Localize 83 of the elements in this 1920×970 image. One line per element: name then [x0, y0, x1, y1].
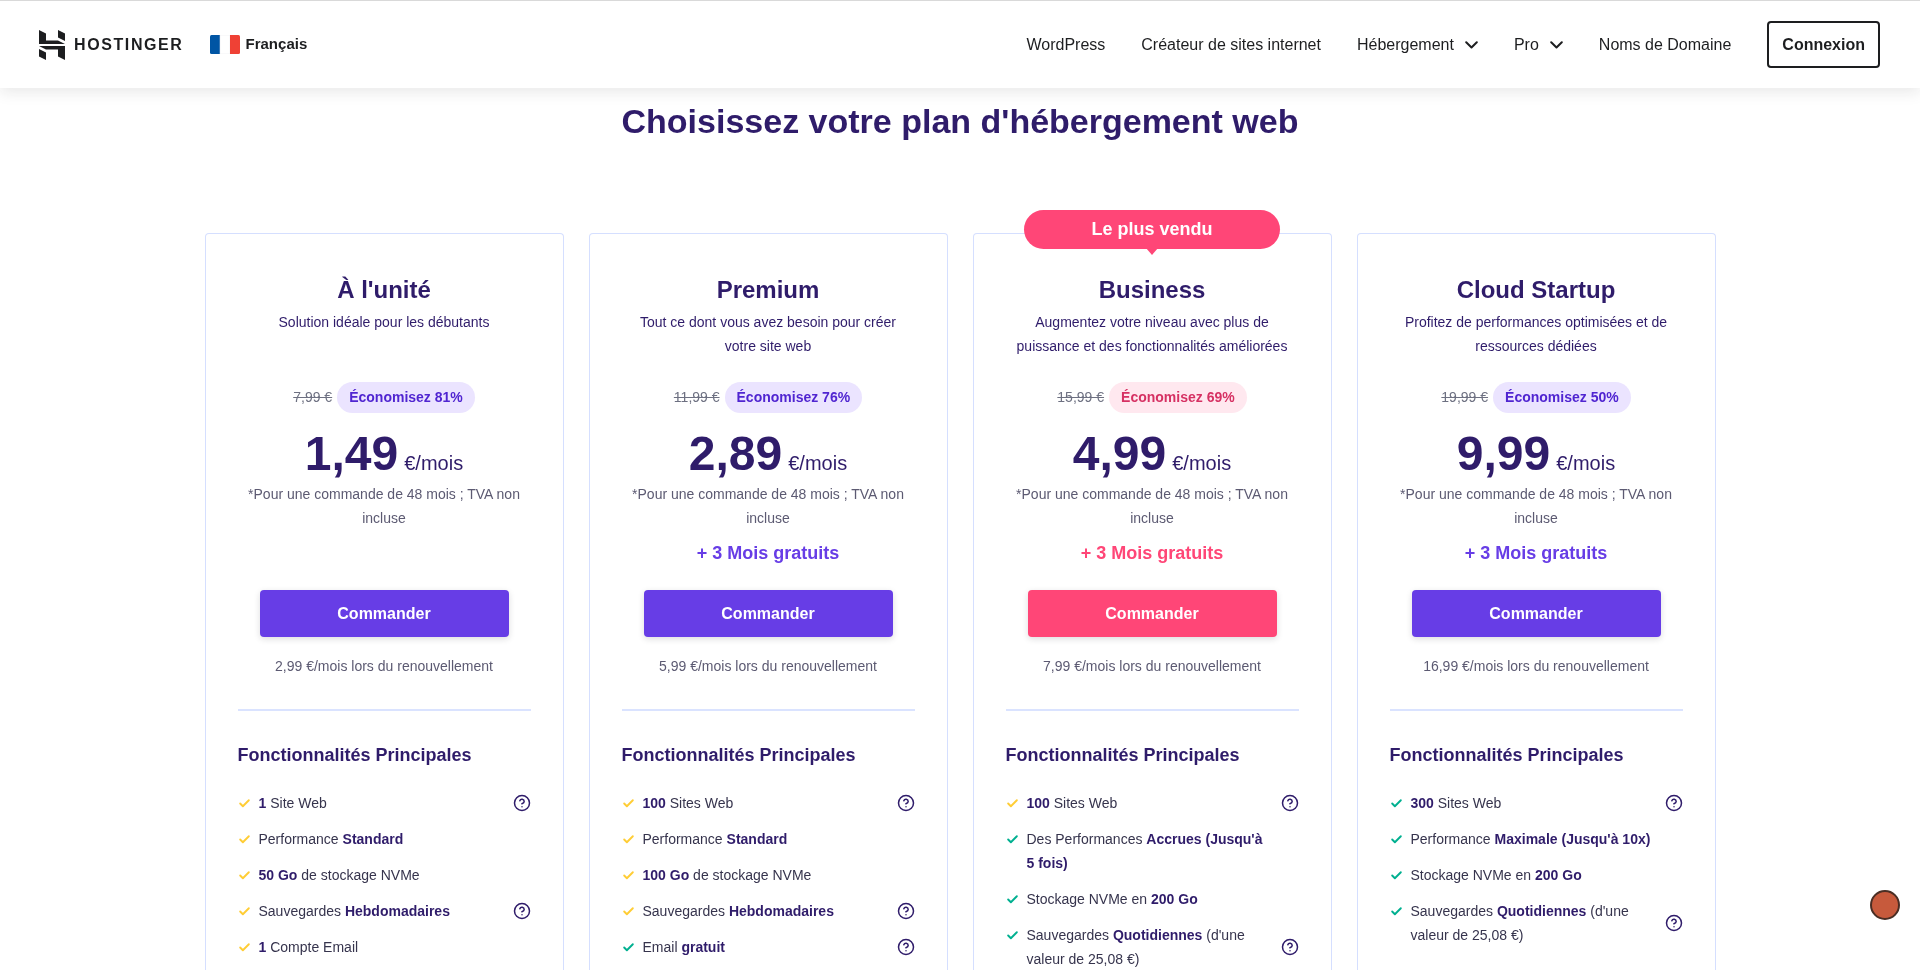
plan-description: Augmentez votre niveau avec plus de puissance et des fonctionnalités améliorées — [1015, 313, 1289, 356]
help-icon[interactable] — [512, 902, 531, 920]
original-price: 19,99 € — [1441, 388, 1489, 407]
order-button[interactable]: Commander — [643, 590, 893, 637]
feature-text: Performance Standard — [642, 830, 789, 849]
plan-title: Premium — [716, 275, 820, 305]
chevron-down-icon — [1464, 40, 1478, 49]
help-icon[interactable] — [512, 794, 531, 812]
nav-link[interactable]: Noms de Domaine — [1598, 32, 1732, 57]
logo-text[interactable]: HOSTINGER — [74, 32, 184, 57]
original-price: 7,99 € — [293, 388, 333, 407]
help-icon[interactable] — [1664, 914, 1683, 932]
price: 4,99 — [1072, 426, 1167, 482]
plan-description: Tout ce dont vous avez besoin pour créer votre site web — [638, 313, 897, 356]
discount-badge: Économisez 69% — [1109, 382, 1247, 413]
feature-text: 1 Site Web — [258, 794, 328, 813]
renewal-price: 2,99 €/mois lors du renouvellement — [275, 657, 493, 676]
plan-title: Business — [1098, 275, 1206, 305]
plan-description: Profitez de performances optimisées et de ressources dédiées — [1403, 313, 1669, 356]
free-months-text: + 3 Mois gratuits — [696, 542, 840, 565]
free-months-text: + 3 Mois gratuits — [1464, 542, 1608, 565]
price-footnote: *Pour une commande de 48 mois ; TVA non incluse — [1015, 485, 1289, 528]
feature-text: 1 Compte Email — [258, 938, 360, 957]
feature-text: Des Performances Accrues (Jusqu'à 5 fois) — [1026, 830, 1264, 873]
features-heading: Fonctionnalités Principales — [1005, 744, 1241, 767]
plan-title: Cloud Startup — [1456, 275, 1616, 305]
feature-text: Stockage NVMe en 200 Go — [1026, 890, 1199, 909]
renewal-price: 16,99 €/mois lors du renouvellement — [1423, 657, 1649, 676]
original-price: 11,99 € — [673, 388, 720, 407]
price-footnote: *Pour une commande de 48 mois ; TVA non incluse — [1399, 485, 1673, 528]
discount-badge: Économisez 81% — [337, 382, 475, 413]
logo-icon — [39, 29, 65, 60]
price: 2,89 — [688, 426, 783, 482]
feature-text: Performance Maximale (Jusqu'à 10x) — [1410, 830, 1652, 849]
price-unit: €/mois — [404, 451, 464, 476]
order-button[interactable]: Commander — [259, 590, 509, 637]
price-unit: €/mois — [1556, 451, 1616, 476]
order-button[interactable]: Commander — [1411, 590, 1661, 637]
help-icon[interactable] — [896, 902, 915, 920]
renewal-price: 5,99 €/mois lors du renouvellement — [659, 657, 877, 676]
original-price: 15,99 € — [1057, 388, 1105, 407]
price-unit: €/mois — [1172, 451, 1232, 476]
nav-link[interactable]: WordPress — [1026, 32, 1106, 57]
avatar-icon[interactable] — [1870, 890, 1900, 920]
feature-text: 100 Sites Web — [1026, 794, 1119, 813]
features-heading: Fonctionnalités Principales — [237, 744, 473, 767]
features-heading: Fonctionnalités Principales — [1389, 744, 1625, 767]
login-button[interactable]: Connexion — [1767, 21, 1880, 68]
price: 1,49 — [304, 426, 399, 482]
help-icon[interactable] — [896, 794, 915, 812]
page-title: Choisissez votre plan d'hébergement web — [620, 101, 1300, 141]
nav-link[interactable]: Créateur de sites internet — [1141, 32, 1321, 57]
chevron-down-icon — [1549, 40, 1563, 49]
price-unit: €/mois — [788, 451, 848, 476]
plan-description: Solution idéale pour les débutants — [278, 313, 490, 332]
flag-icon — [209, 35, 240, 54]
price: 9,99 — [1456, 426, 1551, 482]
price-footnote: *Pour une commande de 48 mois ; TVA non incluse — [247, 485, 521, 528]
feature-text: 300 Sites Web — [1410, 794, 1503, 813]
feature-text: Email gratuit — [642, 938, 726, 957]
feature-text: Sauvegardes Hebdomadaires — [642, 902, 835, 921]
discount-badge: Économisez 50% — [1493, 382, 1631, 413]
help-icon[interactable] — [1280, 794, 1299, 812]
help-icon[interactable] — [1280, 938, 1299, 956]
feature-text: Sauvegardes Quotidiennes (d'une valeur de 25,08 €) — [1410, 902, 1630, 945]
nav-link[interactable]: Pro — [1513, 32, 1563, 57]
renewal-price: 7,99 €/mois lors du renouvellement — [1043, 657, 1261, 676]
price-footnote: *Pour une commande de 48 mois ; TVA non incluse — [631, 485, 905, 528]
discount-badge: Économisez 76% — [724, 382, 863, 413]
feature-text: 100 Go de stockage NVMe — [642, 866, 813, 885]
language-selector[interactable]: Français — [209, 33, 308, 56]
feature-text: Sauvegardes Hebdomadaires — [258, 902, 451, 921]
help-icon[interactable] — [896, 938, 915, 956]
plan-title: À l'unité — [337, 275, 431, 305]
feature-text: 100 Sites Web — [642, 794, 735, 813]
feature-text: Sauvegardes Quotidiennes (d'une valeur de 25,08 €) — [1026, 926, 1246, 969]
feature-text: 50 Go de stockage NVMe — [258, 866, 421, 885]
feature-text: Stockage NVMe en 200 Go — [1410, 866, 1583, 885]
features-heading: Fonctionnalités Principales — [621, 744, 857, 767]
free-months-text: + 3 Mois gratuits — [1080, 542, 1224, 565]
feature-text: Performance Standard — [258, 830, 405, 849]
nav-link[interactable]: Hébergement — [1356, 32, 1478, 57]
help-icon[interactable] — [1664, 794, 1683, 812]
